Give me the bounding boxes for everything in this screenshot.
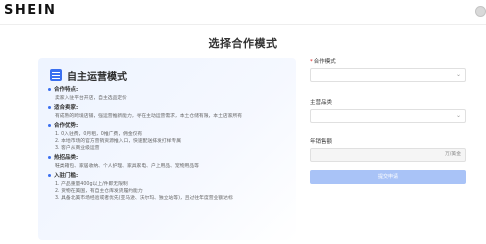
section-requirements: 入驻门槛: 1. 产品重量400g以上/件即无限制 2. 货物在美国，有自主仓库… [48,172,292,202]
self-operation-mode-card[interactable]: 自主运营模式 合作特点: 卖家入驻平台开店，自主选品定价 适合卖家: 有成熟的跨… [38,58,296,240]
section-text: 鞋类箱包、家居收纳、个人护理、家具家电、户上用品、宠物用品等 [55,164,199,169]
section-hot-categories: 热招品类: 鞋类箱包、家居收纳、个人护理、家具家电、户上用品、宠物用品等 [48,154,292,170]
section-text: 3. 具备北美市场经验或者优先(亚马逊、沃尔玛、独立站等)，且过往年度营业额达标 [55,196,233,201]
shein-logo[interactable]: SHEIN [4,3,56,18]
section-text: 1. 0入驻费，0月租，0推广费，佣金仅有 [55,132,143,137]
revenue-field-label: 年销售额 [310,139,333,145]
annual-revenue-input[interactable]: 万/美金 [310,148,466,162]
section-text: 2. 货物在美国，有自主仓库发货履约能力 [55,189,143,194]
section-text: 有成熟的跨境店铺，强运营推新能力，寻在主动运营需求，本土仓储有限，本土店家所有 [55,114,243,119]
chevron-down-icon: ⌄ [455,71,461,78]
section-label: 合作优势: [54,123,79,129]
category-field-label: 主营品类 [310,100,333,106]
section-advantages: 合作优势: 1. 0入驻费，0月租，0推广费，佣金仅有 2. 本地市场的官方营销… [48,122,292,152]
page-title: 选择合作模式 [208,37,278,50]
section-text: 3. 客户从商业级运营 [55,146,100,151]
bullet-icon [48,88,51,91]
chevron-down-icon: ⌄ [455,112,461,119]
avatar[interactable] [475,6,486,17]
main-category-select[interactable]: ⌄ [310,109,466,123]
required-mark: * [310,59,313,65]
section-features: 合作特点: 卖家入驻平台开店，自主选品定价 [48,86,292,102]
section-text: 2. 本地市场的官方营销资源推入口，快速配送排发打样专属 [55,139,182,144]
card-title: 自主运营模式 [67,72,127,83]
section-text: 卖家入驻平台开店，自主选品定价 [55,96,127,101]
revenue-unit: 万/美金 [444,152,461,157]
section-text: 1. 产品重量400g以上/件即无限制 [55,182,128,187]
bullet-icon [48,106,51,109]
section-label: 适合卖家: [54,105,79,111]
bullet-icon [48,124,51,127]
mode-field-label: *合作模式 [310,59,336,65]
submit-button[interactable]: 提交申请 [310,170,466,184]
card-sections: 合作特点: 卖家入驻平台开店，自主选品定价 适合卖家: 有成熟的跨境店铺，强运营… [48,86,292,204]
bullet-icon [48,156,51,159]
cooperation-mode-select[interactable]: ⌄ [310,68,466,82]
section-label: 入驻门槛: [54,173,79,179]
section-label: 合作特点: [54,87,79,93]
bullet-icon [48,174,51,177]
section-suitable-sellers: 适合卖家: 有成熟的跨境店铺，强运营推新能力，寻在主动运营需求，本土仓储有限，本… [48,104,292,120]
store-icon [50,69,62,81]
section-label: 热招品类: [54,155,79,161]
application-form: *合作模式 ⌄ 主营品类 ⌄ 年销售额 万/美金 提交申请 [310,58,466,184]
top-header: SHEIN [0,0,486,25]
